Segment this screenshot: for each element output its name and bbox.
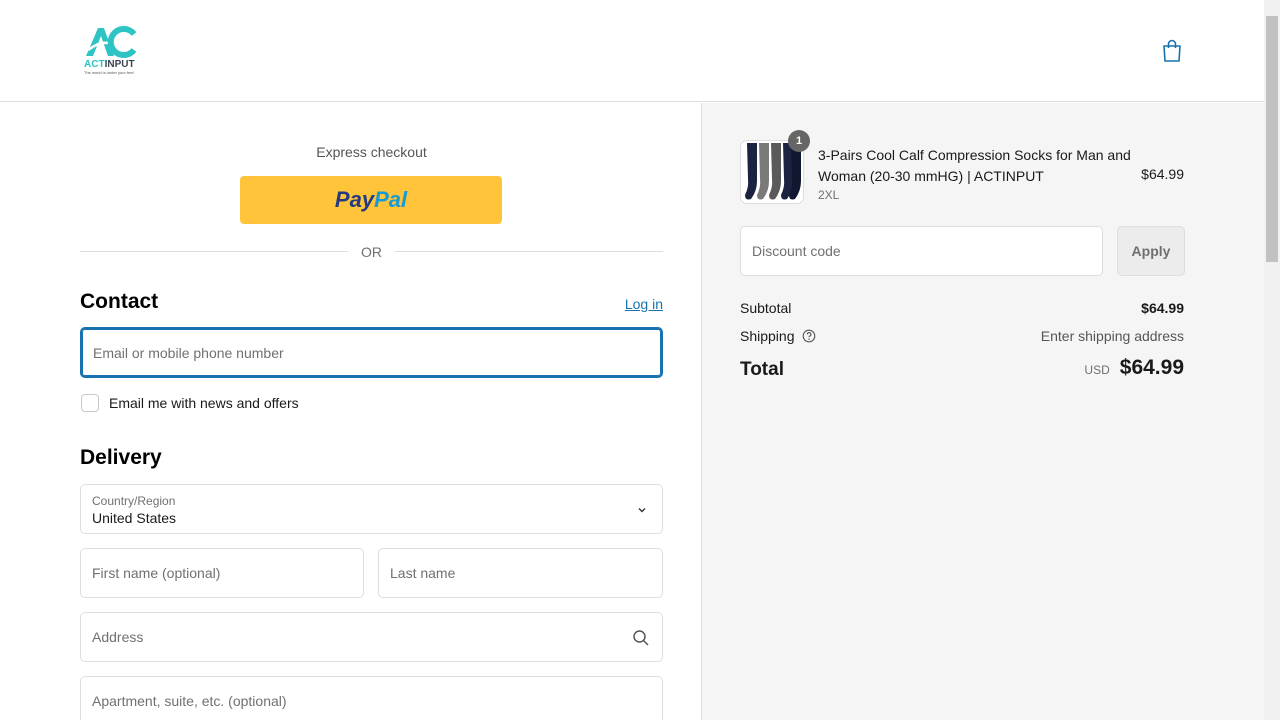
newsletter-checkbox[interactable]	[81, 394, 99, 412]
apartment-field-wrapper	[80, 676, 663, 720]
first-name-field-wrapper	[80, 548, 364, 598]
total-currency: USD	[1084, 363, 1110, 377]
header: ACTINPUT The world is under your feet	[0, 0, 1264, 102]
store-logo[interactable]: ACTINPUT The world is under your feet	[80, 24, 140, 78]
chevron-down-icon	[638, 508, 646, 513]
logo-mark-icon	[86, 26, 136, 58]
divider-line-right	[395, 251, 663, 252]
address-input[interactable]	[81, 613, 662, 661]
last-name-input[interactable]	[379, 549, 662, 597]
shopping-bag-icon[interactable]	[1160, 38, 1184, 64]
shipping-value: Enter shipping address	[1040, 328, 1184, 344]
paypal-wordmark-pay: Pay	[334, 187, 375, 212]
total-label: Total	[740, 359, 784, 380]
page-scrollbar[interactable]	[1264, 0, 1280, 720]
express-checkout-title: Express checkout	[316, 144, 427, 160]
order-summary: 1 3-Pairs Cool Calf Compression Socks fo…	[701, 103, 1264, 720]
product-variant: 2XL	[818, 188, 840, 202]
quantity-badge: 1	[788, 130, 810, 152]
discount-field-wrapper	[740, 226, 1103, 276]
email-input[interactable]	[82, 329, 661, 376]
address-field-wrapper	[80, 612, 663, 662]
total-amount: $64.99	[1119, 356, 1184, 379]
product-thumbnail: 1	[740, 130, 810, 204]
search-icon[interactable]	[632, 629, 650, 647]
shipping-label: Shipping	[740, 328, 795, 344]
or-text: OR	[361, 244, 382, 260]
login-link[interactable]: Log in	[580, 296, 663, 312]
checkout-form: Express checkout Pay Pal OR Contact Log i…	[0, 103, 701, 720]
subtotal-value: $64.99	[1141, 300, 1184, 316]
paypal-button[interactable]: Pay Pal	[240, 176, 502, 224]
paypal-wordmark-pal: Pal	[374, 187, 408, 212]
country-label: Country/Region	[92, 494, 176, 508]
shipping-row-label: Shipping	[740, 328, 816, 344]
product-price: $64.99	[1141, 166, 1184, 182]
delivery-heading: Delivery	[80, 446, 162, 469]
discount-code-input[interactable]	[741, 227, 1102, 275]
email-field-wrapper	[80, 327, 663, 378]
total-value-group: USD $64.99	[1084, 356, 1184, 380]
last-name-field-wrapper	[378, 548, 663, 598]
newsletter-row: Email me with news and offers	[81, 394, 299, 412]
apartment-input[interactable]	[81, 677, 662, 720]
product-title: 3-Pairs Cool Calf Compression Socks for …	[818, 147, 1131, 184]
newsletter-label: Email me with news and offers	[109, 395, 299, 411]
scrollbar-thumb[interactable]	[1266, 16, 1278, 262]
help-circle-icon[interactable]	[802, 329, 816, 343]
apply-discount-button[interactable]: Apply	[1117, 226, 1185, 276]
or-divider: OR	[80, 242, 663, 262]
logo-wordmark: ACTINPUT	[84, 59, 135, 70]
first-name-input[interactable]	[81, 549, 363, 597]
country-select[interactable]: Country/Region United States	[80, 484, 663, 534]
country-value: United States	[92, 510, 177, 526]
subtotal-label: Subtotal	[740, 300, 792, 316]
contact-heading: Contact	[80, 290, 159, 313]
logo-tagline: The world is under your feet	[84, 70, 134, 75]
